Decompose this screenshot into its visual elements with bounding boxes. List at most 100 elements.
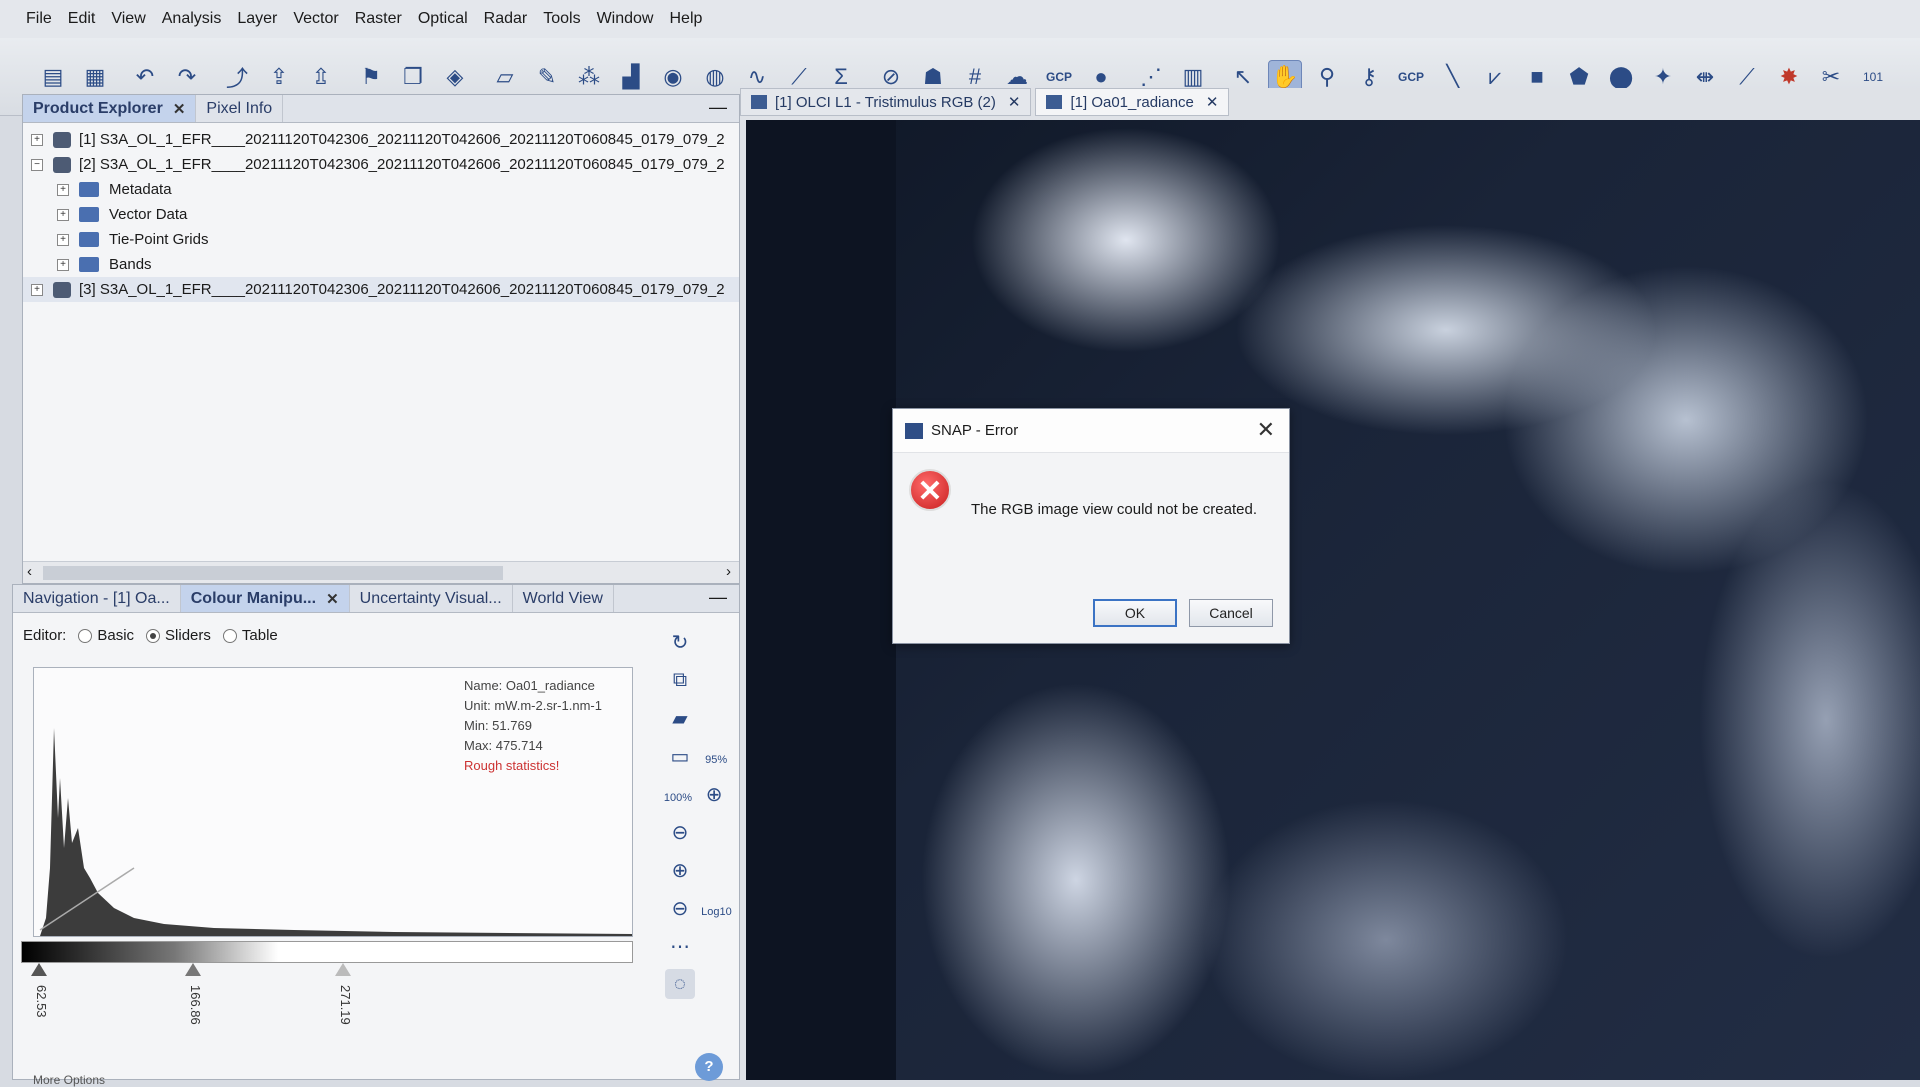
menu-analysis[interactable]: Analysis bbox=[162, 10, 222, 28]
radio-sliders-label[interactable]: Sliders bbox=[165, 627, 211, 644]
import-icon[interactable]: ⇪ bbox=[262, 60, 296, 94]
spectrum-icon[interactable]: ◍ bbox=[698, 60, 732, 94]
expand-icon[interactable]: + bbox=[31, 133, 43, 146]
save-product-icon[interactable]: ▦ bbox=[78, 60, 112, 94]
menu-tools[interactable]: Tools bbox=[543, 10, 580, 28]
scroll-left-icon[interactable]: ‹ bbox=[27, 563, 32, 580]
slider-handle-mid[interactable] bbox=[185, 963, 201, 976]
globe-icon[interactable]: ◉ bbox=[656, 60, 690, 94]
minimize-icon[interactable]: — bbox=[709, 587, 727, 608]
histogram-icon[interactable]: ▟ bbox=[614, 60, 648, 94]
dialog-title-bar[interactable]: SNAP - Error bbox=[893, 409, 1289, 453]
ok-button[interactable]: OK bbox=[1093, 599, 1177, 627]
tree-item-vector-data[interactable]: + Vector Data bbox=[23, 202, 739, 227]
tab-product-explorer[interactable]: Product Explorer ✕ bbox=[23, 95, 197, 122]
export-palette-icon[interactable]: ▭ bbox=[665, 741, 695, 771]
editor-mode-selector: Editor: Basic Sliders Table bbox=[23, 627, 278, 644]
redo-icon[interactable]: ↷ bbox=[170, 60, 204, 94]
tab-oa01-radiance[interactable]: [1] Oa01_radiance ✕ bbox=[1035, 88, 1230, 116]
multi-apply-icon[interactable]: ⧉ bbox=[665, 665, 695, 695]
expand-icon[interactable]: + bbox=[57, 258, 69, 271]
expand-icon[interactable]: + bbox=[57, 183, 69, 196]
radio-table[interactable] bbox=[222, 628, 237, 643]
slider-value-max[interactable]: 271.19 bbox=[338, 985, 353, 1025]
pin-icon[interactable]: ◈ bbox=[438, 60, 472, 94]
folder-icon bbox=[79, 232, 99, 247]
colour-gradient-bar[interactable] bbox=[21, 941, 633, 963]
log10-button[interactable]: Log10 bbox=[701, 906, 732, 918]
tab-uncertainty-visual[interactable]: Uncertainty Visual... bbox=[350, 585, 513, 612]
close-icon[interactable]: ✕ bbox=[1257, 417, 1275, 443]
error-dialog: SNAP - Error ✕ ✕ The RGB image view coul… bbox=[892, 408, 1290, 644]
menu-optical[interactable]: Optical bbox=[418, 10, 468, 28]
band-maths-icon[interactable]: ⤴ bbox=[220, 60, 254, 94]
close-icon[interactable]: ✕ bbox=[173, 100, 186, 118]
tree-item-label: [1] S3A_OL_1_EFR____20211120T042306_2021… bbox=[79, 131, 725, 148]
menu-raster[interactable]: Raster bbox=[355, 10, 402, 28]
cancel-button[interactable]: Cancel bbox=[1189, 599, 1273, 627]
tree-item-product-1[interactable]: + [1] S3A_OL_1_EFR____20211120T042306_20… bbox=[23, 127, 739, 152]
colour-tools: ↻ ⧉ ▰ ▭ 95% 100% ⊕ ⊖ ⊕ ⊖ Log10 ⋯ ◌ bbox=[663, 623, 733, 1003]
tab-navigation[interactable]: Navigation - [1] Oa... bbox=[13, 585, 181, 612]
tree-item-metadata[interactable]: + Metadata bbox=[23, 177, 739, 202]
close-icon[interactable]: ✕ bbox=[326, 590, 339, 608]
close-icon[interactable]: ✕ bbox=[1206, 93, 1219, 111]
zoom-out-vertical-icon[interactable]: ⊖ bbox=[665, 817, 695, 847]
more-options-link[interactable]: More Options bbox=[33, 1073, 105, 1087]
tree-item-bands[interactable]: + Bands bbox=[23, 252, 739, 277]
radio-table-label[interactable]: Table bbox=[242, 627, 278, 644]
expand-icon[interactable]: + bbox=[31, 283, 43, 296]
menu-file[interactable]: File bbox=[26, 10, 52, 28]
range-95-button[interactable]: 95% bbox=[701, 754, 731, 766]
edit-icon[interactable]: ✎ bbox=[530, 60, 564, 94]
radio-basic[interactable] bbox=[78, 628, 93, 643]
menu-vector[interactable]: Vector bbox=[293, 10, 338, 28]
menu-edit[interactable]: Edit bbox=[68, 10, 96, 28]
stat-name: Name: Oa01_radiance bbox=[464, 678, 595, 693]
menu-layer[interactable]: Layer bbox=[237, 10, 277, 28]
tree-item-product-2[interactable]: − [2] S3A_OL_1_EFR____20211120T042306_20… bbox=[23, 152, 739, 177]
horizontal-scrollbar[interactable]: ‹ › bbox=[23, 561, 739, 583]
slider-value-min[interactable]: 62.53 bbox=[34, 985, 49, 1018]
minimize-icon[interactable]: — bbox=[709, 97, 727, 118]
scroll-right-icon[interactable]: › bbox=[726, 563, 731, 580]
info-icon[interactable]: ◌ bbox=[665, 969, 695, 999]
distribute-sliders-icon[interactable]: ⋯ bbox=[665, 931, 695, 961]
collapse-icon[interactable]: − bbox=[31, 158, 43, 171]
menu-window[interactable]: Window bbox=[597, 10, 654, 28]
zoom-in-horizontal-icon[interactable]: ⊕ bbox=[665, 855, 695, 885]
tab-label: Navigation - [1] Oa... bbox=[23, 589, 170, 607]
menu-help[interactable]: Help bbox=[669, 10, 702, 28]
slider-value-mid[interactable]: 166.86 bbox=[188, 985, 203, 1025]
tab-colour-manipulation[interactable]: Colour Manipu... ✕ bbox=[180, 585, 350, 612]
tab-pixel-info[interactable]: Pixel Info bbox=[196, 95, 284, 122]
radio-sliders[interactable] bbox=[146, 628, 161, 643]
tree-item-tie-point-grids[interactable]: + Tie-Point Grids bbox=[23, 227, 739, 252]
layer-icon[interactable]: ❐ bbox=[396, 60, 430, 94]
range-100-button[interactable]: 100% bbox=[663, 792, 693, 804]
zoom-in-vertical-icon[interactable]: ⊕ bbox=[699, 779, 729, 809]
slider-handle-min[interactable] bbox=[31, 963, 47, 976]
tab-rgb-view[interactable]: [1] OLCI L1 - Tristimulus RGB (2) ✕ bbox=[740, 88, 1032, 116]
slider-handle-max[interactable] bbox=[335, 963, 351, 976]
menu-view[interactable]: View bbox=[111, 10, 145, 28]
close-icon[interactable]: ✕ bbox=[1008, 93, 1021, 111]
expand-icon[interactable]: + bbox=[57, 208, 69, 221]
zoom-out-horizontal-icon[interactable]: ⊖ bbox=[665, 893, 695, 923]
export-icon[interactable]: ⇫ bbox=[304, 60, 338, 94]
open-product-icon[interactable]: ▤ bbox=[36, 60, 70, 94]
tree-item-product-3[interactable]: + [3] S3A_OL_1_EFR____20211120T042306_20… bbox=[23, 277, 739, 302]
help-icon[interactable]: ? bbox=[695, 1053, 723, 1081]
undo-icon[interactable]: ↶ bbox=[128, 60, 162, 94]
expand-icon[interactable]: + bbox=[57, 233, 69, 246]
scatter-icon[interactable]: ⁂ bbox=[572, 60, 606, 94]
histogram-view[interactable]: Name: Oa01_radiance Unit: mW.m-2.sr-1.nm… bbox=[33, 667, 634, 937]
draw-rect-icon[interactable]: ▱ bbox=[488, 60, 522, 94]
reset-icon[interactable]: ↻ bbox=[665, 627, 695, 657]
tab-world-view[interactable]: World View bbox=[513, 585, 614, 612]
radio-basic-label[interactable]: Basic bbox=[97, 627, 134, 644]
menu-radar[interactable]: Radar bbox=[484, 10, 528, 28]
flag-icon[interactable]: ⚑ bbox=[354, 60, 388, 94]
import-palette-icon[interactable]: ▰ bbox=[665, 703, 695, 733]
scrollbar-thumb[interactable] bbox=[43, 566, 503, 580]
